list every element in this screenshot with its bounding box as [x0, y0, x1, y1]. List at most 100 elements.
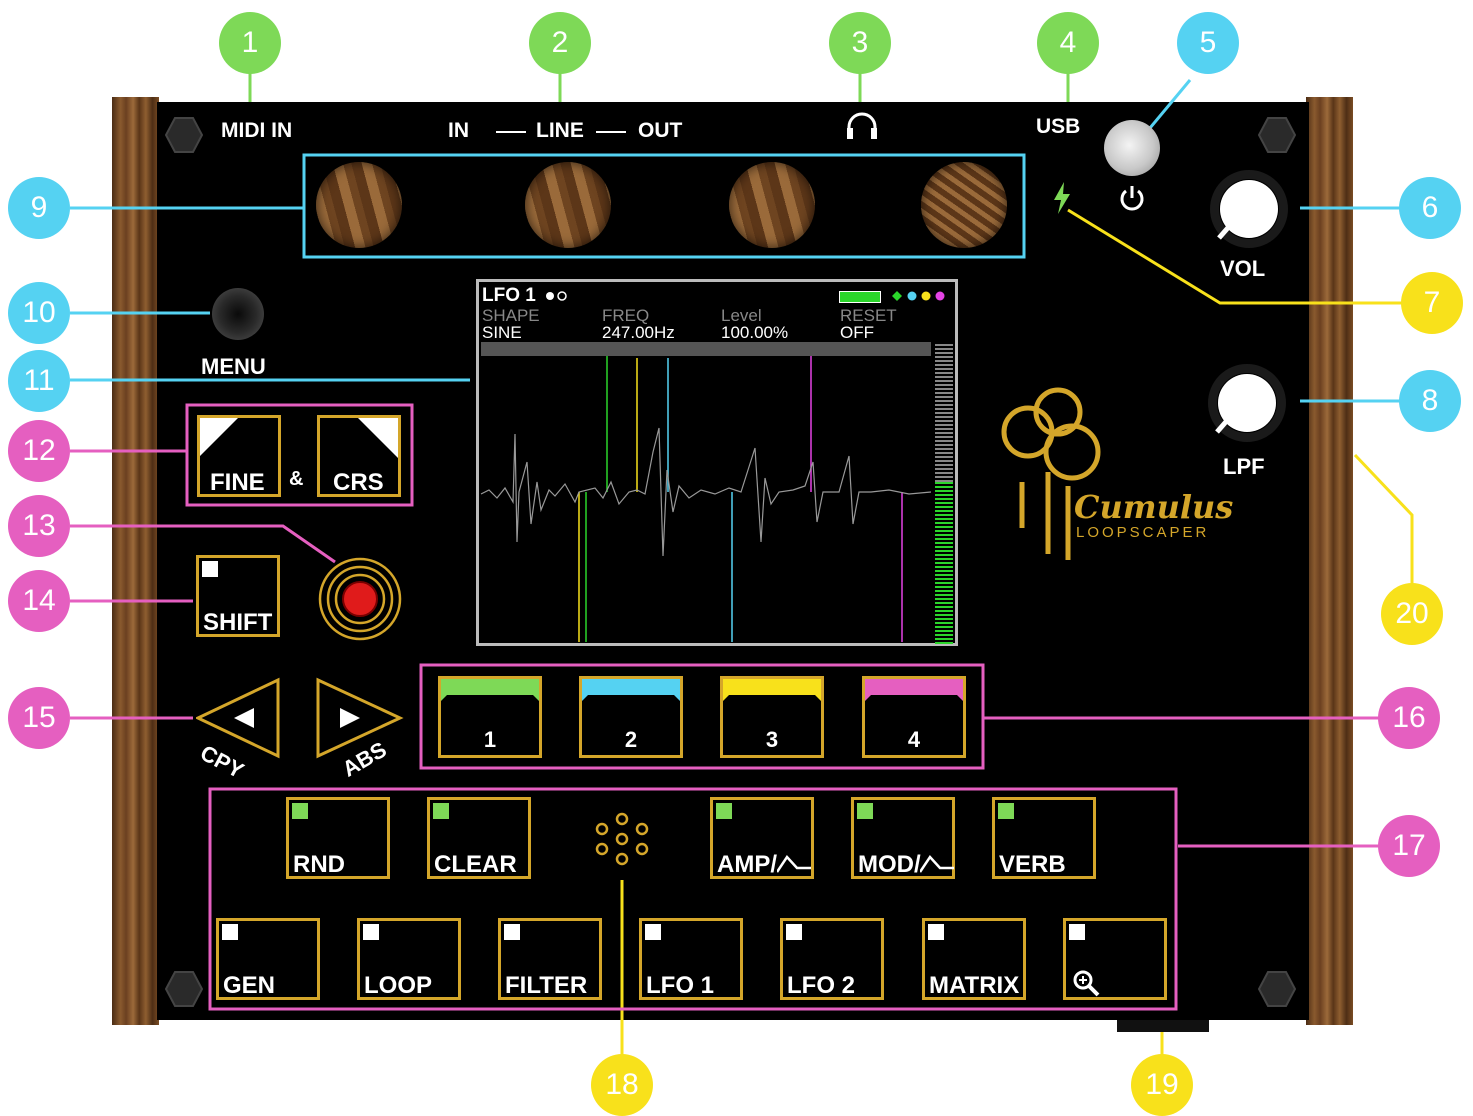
- lpf-knob-pointer: [1215, 414, 1233, 434]
- shift-button-label: SHIFT: [203, 609, 273, 636]
- line-label: LINE: [536, 119, 584, 142]
- level-meter-fill: [935, 482, 953, 644]
- lfo2-button[interactable]: LFO 2: [780, 918, 884, 1000]
- channel-label: 3: [765, 727, 779, 752]
- channel-button-2[interactable]: 2: [579, 676, 683, 758]
- midi-in-jack[interactable]: [316, 162, 402, 248]
- button-indicator: [786, 924, 802, 940]
- coarse-corner-icon: [358, 418, 398, 458]
- mod-envelope-label: MOD/: [858, 851, 921, 878]
- lfo1-button-label: LFO 1: [646, 972, 715, 999]
- channel-bar-corners: [865, 691, 963, 701]
- fine-corner-icon: [200, 418, 238, 456]
- random-button[interactable]: RND: [286, 797, 390, 879]
- channel-bar-corners: [723, 691, 821, 701]
- line-out-jack[interactable]: [729, 162, 815, 248]
- fine-button[interactable]: FINE: [197, 415, 281, 497]
- button-indicator: [363, 924, 379, 940]
- param-value: 100.00%: [721, 323, 789, 342]
- channel-dots-icon: [892, 291, 945, 301]
- button-indicator: [222, 924, 238, 940]
- callout-14: 14: [8, 570, 70, 632]
- channel-label: 4: [907, 727, 921, 752]
- volume-label: VOL: [1220, 256, 1266, 281]
- speaker-grille: [595, 812, 649, 866]
- callout-17: 17: [1378, 815, 1440, 877]
- callout-5: 5: [1177, 12, 1239, 74]
- clear-button[interactable]: CLEAR: [427, 797, 531, 879]
- model-name: LOOPSCAPER: [1076, 524, 1210, 541]
- line-out-label: OUT: [638, 119, 683, 142]
- line-divider: [596, 131, 626, 133]
- channel-button-4[interactable]: 4: [862, 676, 966, 758]
- menu-encoder[interactable]: [212, 288, 264, 340]
- matrix-button[interactable]: MATRIX: [922, 918, 1026, 1000]
- button-indicator: [292, 803, 308, 819]
- coarse-button[interactable]: CRS: [317, 415, 401, 497]
- loop-button[interactable]: LOOP: [357, 918, 461, 1000]
- record-button[interactable]: [317, 556, 403, 642]
- channel-button-1[interactable]: 1: [438, 676, 542, 758]
- screen-title: LFO 1: [482, 285, 536, 306]
- callout-20: 20: [1381, 583, 1443, 645]
- line-in-label: IN: [448, 119, 469, 142]
- reverb-button-label: VERB: [999, 851, 1066, 878]
- callout-4: 4: [1037, 12, 1099, 74]
- headphones-jack[interactable]: [921, 162, 1007, 248]
- coarse-button-label: CRS: [333, 469, 384, 496]
- fine-button-label: FINE: [210, 469, 265, 496]
- callout-18: 18: [591, 1054, 653, 1116]
- amp-envelope-button[interactable]: AMP/: [710, 797, 814, 879]
- zoom-button[interactable]: [1063, 918, 1167, 1000]
- channel-bar-corners: [441, 691, 539, 701]
- channel-label: 1: [483, 727, 497, 752]
- power-button[interactable]: [1104, 120, 1160, 176]
- param-value: 247.00Hz: [602, 323, 675, 342]
- button-indicator: [433, 803, 449, 819]
- filter-button[interactable]: FILTER: [498, 918, 602, 1000]
- line-in-jack[interactable]: [525, 162, 611, 248]
- screw-icon: [1258, 971, 1296, 1007]
- headphones-icon: [847, 112, 877, 139]
- callout-1: 1: [219, 12, 281, 74]
- callout-19: 19: [1131, 1054, 1193, 1116]
- volume-knob-pointer: [1217, 220, 1235, 240]
- channel-bar-corners: [582, 691, 680, 701]
- screw-icon: [1258, 117, 1296, 153]
- callout-3: 3: [829, 12, 891, 74]
- clear-button-label: CLEAR: [434, 851, 517, 878]
- charging-icon: [1054, 182, 1070, 214]
- gen-button-label: GEN: [223, 972, 276, 999]
- lpf-label: LPF: [1223, 454, 1265, 479]
- combo-label: &: [289, 468, 304, 490]
- power-icon: [1120, 186, 1144, 211]
- display-screen: LFO 1 SHAPE SINE FREQ 247.00Hz Level 100…: [476, 279, 958, 646]
- shift-button[interactable]: SHIFT: [196, 555, 280, 637]
- random-button-label: RND: [293, 851, 345, 878]
- callout-13: 13: [8, 495, 70, 557]
- reverb-button[interactable]: VERB: [992, 797, 1096, 879]
- screw-icon: [165, 117, 203, 153]
- callout-7: 7: [1401, 272, 1463, 334]
- callout-10: 10: [8, 282, 70, 344]
- callout-2: 2: [529, 12, 591, 74]
- button-indicator: [504, 924, 520, 940]
- callout-12: 12: [8, 420, 70, 482]
- battery-icon: [839, 291, 881, 303]
- gen-button[interactable]: GEN: [216, 918, 320, 1000]
- zoom-icon: [1073, 970, 1100, 997]
- amp-envelope-label: AMP/: [717, 851, 777, 878]
- callout-8: 8: [1399, 370, 1461, 432]
- envelope-icon: [920, 854, 954, 873]
- lfo2-button-label: LFO 2: [787, 972, 856, 999]
- envelope-icon: [777, 854, 811, 873]
- menu-label: MENU: [201, 354, 266, 379]
- button-indicator: [857, 803, 873, 819]
- mod-envelope-button[interactable]: MOD/: [851, 797, 955, 879]
- channel-button-3[interactable]: 3: [720, 676, 824, 758]
- lfo1-button[interactable]: LFO 1: [639, 918, 743, 1000]
- callout-9: 9: [8, 177, 70, 239]
- callout-6: 6: [1399, 177, 1461, 239]
- matrix-button-label: MATRIX: [929, 972, 1020, 999]
- button-indicator: [928, 924, 944, 940]
